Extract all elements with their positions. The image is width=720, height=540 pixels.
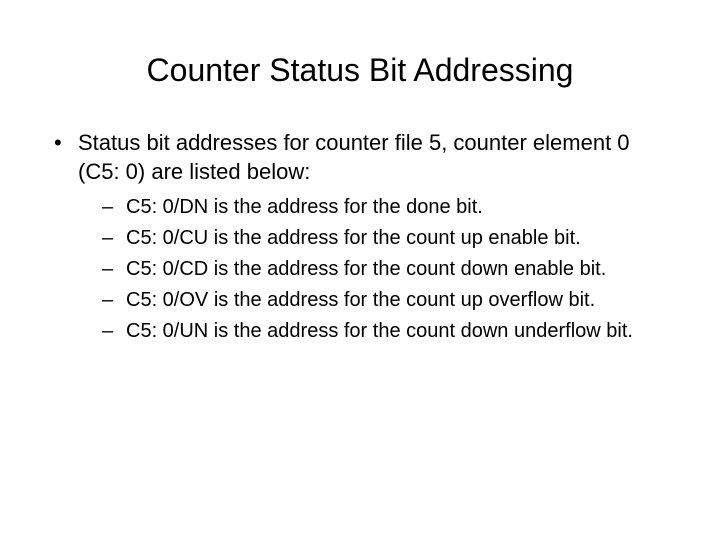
slide-title: Counter Status Bit Addressing	[50, 52, 670, 89]
list-item: C5: 0/UN is the address for the count do…	[102, 318, 670, 345]
list-item: C5: 0/OV is the address for the count up…	[102, 287, 670, 314]
intro-text: Status bit addresses for counter file 5,…	[78, 130, 630, 184]
list-item: C5: 0/CD is the address for the count do…	[102, 256, 670, 283]
sub-bullet-list: C5: 0/DN is the address for the done bit…	[102, 194, 670, 345]
bullet-list: Status bit addresses for counter file 5,…	[50, 129, 670, 345]
intro-bullet: Status bit addresses for counter file 5,…	[50, 129, 670, 345]
slide: Counter Status Bit Addressing Status bit…	[0, 0, 720, 540]
list-item: C5: 0/CU is the address for the count up…	[102, 225, 670, 252]
list-item: C5: 0/DN is the address for the done bit…	[102, 194, 670, 221]
